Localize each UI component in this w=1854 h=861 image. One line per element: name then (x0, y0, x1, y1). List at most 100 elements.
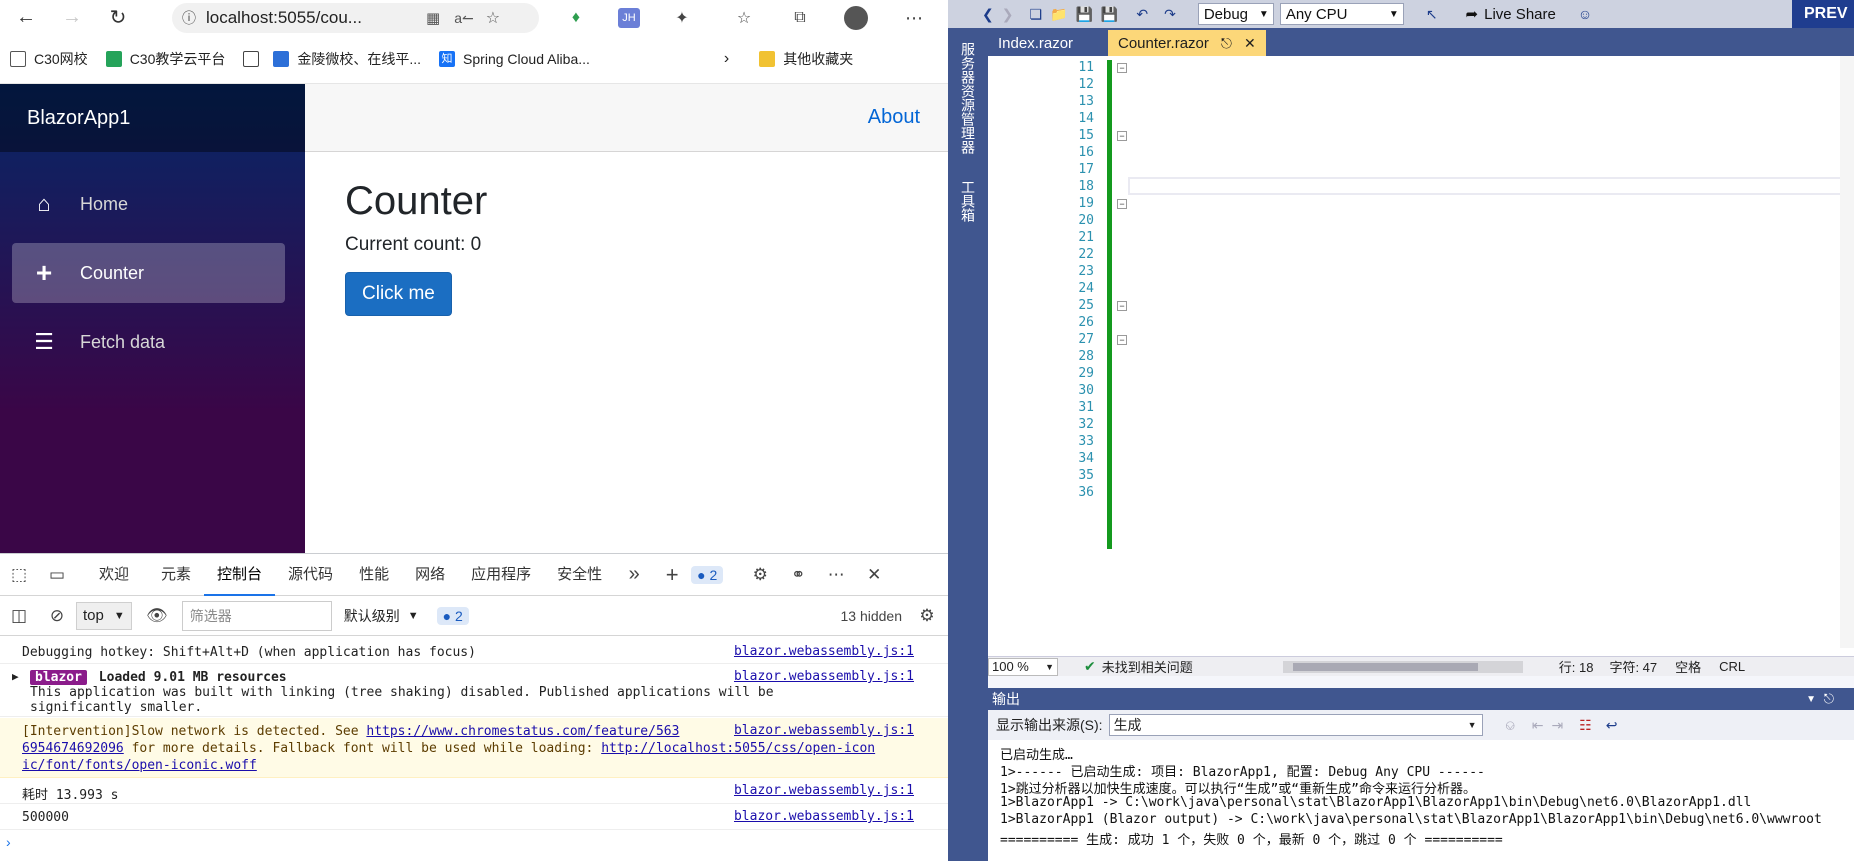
level-select[interactable]: 默认级别 ▼ (344, 606, 419, 626)
bookmark-item[interactable]: 知 Spring Cloud Aliba... (439, 51, 590, 67)
platform-select[interactable]: Any CPU ▼ (1279, 3, 1404, 25)
favorite-add-icon[interactable]: ☆ (486, 8, 500, 28)
zoom-select[interactable]: 100 % ▼ (988, 657, 1058, 676)
tab-welcome[interactable]: 欢迎 (86, 554, 142, 596)
pin-icon[interactable]: ⎋ (1824, 691, 1834, 707)
vertical-scrollbar[interactable] (1840, 56, 1854, 648)
click-me-button[interactable]: Click me (345, 272, 452, 316)
apps-icon[interactable]: ▦ (426, 9, 440, 27)
tab-security[interactable]: 安全性 (544, 554, 615, 596)
back-icon[interactable]: ← (6, 0, 46, 35)
bookmark-item[interactable]: C30教学云平台 (105, 49, 225, 69)
nav-item-counter[interactable]: + Counter (12, 243, 285, 303)
extension-jh-icon[interactable]: JH (618, 8, 640, 28)
context-select[interactable]: top ▼ (76, 601, 132, 630)
tab-index-razor[interactable]: Index.razor (988, 30, 1108, 56)
panel-options-icon[interactable]: ▼ (1806, 694, 1816, 705)
filter-input[interactable]: 筛选器 (181, 600, 332, 631)
tab-sources[interactable]: 源代码 (275, 554, 346, 596)
read-aloud-icon[interactable]: a↼ (454, 10, 474, 27)
more-options-icon[interactable]: ⋯ (817, 554, 855, 596)
save-icon[interactable]: 💾 (1071, 3, 1096, 25)
close-devtools-icon[interactable]: ✕ (855, 554, 893, 596)
device-toolbar-icon[interactable]: ▭ (38, 554, 76, 596)
tab-application[interactable]: 应用程序 (458, 554, 544, 596)
issues-text[interactable]: 未找到相关问题 (1102, 657, 1193, 676)
save-all-icon[interactable]: 💾 (1097, 3, 1122, 25)
open-folder-icon[interactable]: 📁 (1046, 3, 1071, 25)
fold-toggle-icon[interactable]: − (1117, 301, 1127, 311)
address-bar[interactable]: ⓘ localhost:5055/cou... ▦ a↼ ☆ (172, 3, 539, 33)
about-link[interactable]: About (868, 106, 920, 129)
close-tab-icon[interactable]: ✕ (1244, 35, 1256, 52)
output-source-select[interactable]: 生成 ▼ (1108, 714, 1483, 736)
log-link[interactable]: ic/font/fonts/open-iconic.woff (22, 758, 257, 773)
cursor-tool-icon[interactable]: ↖ (1422, 3, 1442, 25)
bookmark-folder-other[interactable]: 其他收藏夹 (759, 49, 853, 69)
prev-message-icon[interactable]: ⇤ (1532, 717, 1544, 734)
pin-icon[interactable]: ⎋ (1221, 35, 1232, 52)
brand[interactable]: BlazorApp1 (0, 84, 305, 152)
log-source-link[interactable]: blazor.webassembly.js:1 (734, 644, 914, 659)
tab-console[interactable]: 控制台 (204, 554, 276, 596)
preview-badge[interactable]: PREV (1792, 0, 1854, 28)
tab-performance[interactable]: 性能 (346, 554, 402, 596)
nav-item-home[interactable]: ⌂ Home (12, 174, 285, 234)
log-source-link[interactable]: blazor.webassembly.js:1 (734, 722, 914, 739)
forward-icon[interactable]: → (52, 0, 92, 35)
extensions-icon[interactable]: ✦ (670, 6, 694, 30)
log-link[interactable]: https://www.chromestatus.com/feature/563 (366, 724, 679, 739)
configuration-select[interactable]: Debug ▼ (1197, 3, 1274, 25)
log-source-link[interactable]: blazor.webassembly.js:1 (734, 783, 914, 798)
word-wrap-icon[interactable]: ↩ (1606, 717, 1618, 734)
nav-back-icon[interactable]: ❮ (978, 3, 998, 25)
new-project-icon[interactable]: ❏ (1025, 3, 1046, 25)
level-issues-badge[interactable]: ● 2 (436, 606, 469, 625)
customize-icon[interactable]: ⚭ (779, 554, 817, 596)
redo-icon[interactable]: ↷ (1160, 3, 1180, 25)
nav-item-fetch-data[interactable]: ☰ Fetch data (12, 312, 285, 372)
url-text[interactable]: localhost:5055/cou... (206, 8, 416, 28)
inspect-icon[interactable]: ⬚ (0, 554, 38, 596)
profile-avatar[interactable] (844, 6, 868, 30)
refresh-icon[interactable]: ↻ (98, 0, 138, 35)
live-share-button[interactable]: ➦ Live Share (1466, 5, 1556, 24)
horizontal-scrollbar[interactable] (1282, 660, 1523, 673)
next-message-icon[interactable]: ⇥ (1552, 717, 1564, 734)
bookmark-item[interactable]: 金陵微校、在线平... (243, 49, 421, 69)
output-text[interactable]: 已启动生成… 1>------ 已启动生成: 项目: BlazorApp1, 配置… (988, 740, 1854, 861)
add-tab-icon[interactable]: + (653, 554, 691, 596)
fold-toggle-icon[interactable]: − (1117, 335, 1127, 345)
fold-toggle-icon[interactable]: − (1117, 199, 1127, 209)
extension-green-icon[interactable]: ♦ (564, 6, 588, 30)
clear-console-icon[interactable]: ⊘ (38, 595, 76, 637)
fold-toggle-icon[interactable]: − (1117, 131, 1127, 141)
tab-elements[interactable]: 元素 (148, 554, 204, 596)
bookmark-item[interactable]: C30网校 (10, 49, 88, 69)
log-link[interactable]: 6954674692096 (22, 741, 124, 756)
clear-all-icon[interactable]: ☷ (1579, 717, 1592, 734)
server-explorer-tab[interactable]: 服务器资源管理器 (958, 42, 976, 154)
sidebar-toggle-icon[interactable]: ◫ (0, 595, 38, 637)
log-source-link[interactable]: blazor.webassembly.js:1 (734, 809, 914, 824)
site-info-icon[interactable]: ⓘ (172, 8, 206, 28)
console-prompt[interactable]: › (6, 834, 11, 850)
console-settings-gear-icon[interactable]: ⚙ (908, 595, 946, 637)
settings-gear-icon[interactable]: ⚙ (741, 554, 779, 596)
fold-toggle-icon[interactable]: − (1117, 63, 1127, 73)
code-editor[interactable]: 11 12 13 14 15 16 17 18 19 20 21 22 23 24 25 26 27 28 29 30… (988, 56, 1854, 656)
bookmarks-overflow-icon[interactable]: › (724, 50, 729, 68)
find-message-icon[interactable]: ⎉ (1505, 717, 1516, 734)
feedback-icon[interactable]: ☺ (1574, 3, 1596, 25)
nav-forward-icon[interactable]: ❯ (998, 3, 1018, 25)
undo-icon[interactable]: ↶ (1132, 3, 1152, 25)
more-tabs-icon[interactable]: » (615, 554, 653, 596)
collections-icon[interactable]: ⧉ (788, 6, 812, 30)
more-icon[interactable]: ⋯ (902, 6, 926, 30)
issues-badge[interactable]: ● 2 (691, 565, 724, 584)
tab-network[interactable]: 网络 (402, 554, 458, 596)
toolbox-tab[interactable]: 工具箱 (958, 180, 976, 222)
tab-counter-razor[interactable]: Counter.razor ⎋ ✕ (1108, 30, 1266, 56)
log-source-link[interactable]: blazor.webassembly.js:1 (734, 669, 914, 684)
expand-arrow-icon[interactable]: ▶ (12, 670, 19, 683)
